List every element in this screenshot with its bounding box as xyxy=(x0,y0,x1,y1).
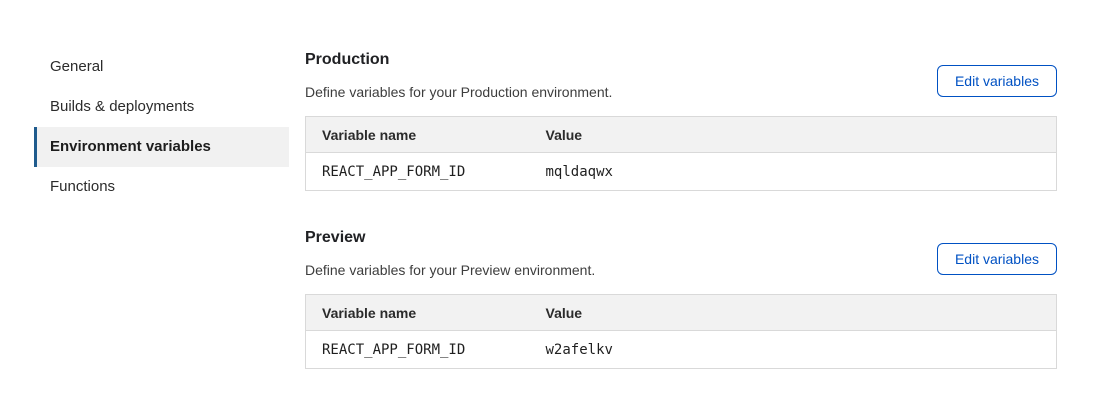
edit-variables-button-production[interactable]: Edit variables xyxy=(937,65,1057,97)
column-header-variable-name: Variable name xyxy=(306,295,530,331)
sidebar-item-general[interactable]: General xyxy=(34,47,289,87)
sidebar-item-functions[interactable]: Functions xyxy=(34,167,289,207)
table-header-row: Variable name Value xyxy=(306,117,1057,153)
production-variables-table: Variable name Value REACT_APP_FORM_ID mq… xyxy=(305,116,1057,191)
variable-value-cell: w2afelkv xyxy=(530,331,1057,369)
sidebar-item-environment-variables[interactable]: Environment variables xyxy=(34,127,289,167)
column-header-value: Value xyxy=(530,117,1057,153)
edit-variables-button-preview[interactable]: Edit variables xyxy=(937,243,1057,275)
variable-value-cell: mqldaqwx xyxy=(530,153,1057,191)
column-header-variable-name: Variable name xyxy=(306,117,530,153)
variable-name-cell: REACT_APP_FORM_ID xyxy=(306,331,530,369)
column-header-value: Value xyxy=(530,295,1057,331)
preview-section: Preview Edit variables Define variables … xyxy=(305,228,1057,369)
production-section: Production Edit variables Define variabl… xyxy=(305,50,1057,191)
settings-sidebar: General Builds & deployments Environment… xyxy=(34,47,289,369)
table-header-row: Variable name Value xyxy=(306,295,1057,331)
table-row: REACT_APP_FORM_ID mqldaqwx xyxy=(306,153,1057,191)
environment-variables-panel: Production Edit variables Define variabl… xyxy=(305,47,1057,369)
table-row: REACT_APP_FORM_ID w2afelkv xyxy=(306,331,1057,369)
sidebar-item-builds-deployments[interactable]: Builds & deployments xyxy=(34,87,289,127)
variable-name-cell: REACT_APP_FORM_ID xyxy=(306,153,530,191)
preview-variables-table: Variable name Value REACT_APP_FORM_ID w2… xyxy=(305,294,1057,369)
settings-page: General Builds & deployments Environment… xyxy=(0,0,1100,369)
